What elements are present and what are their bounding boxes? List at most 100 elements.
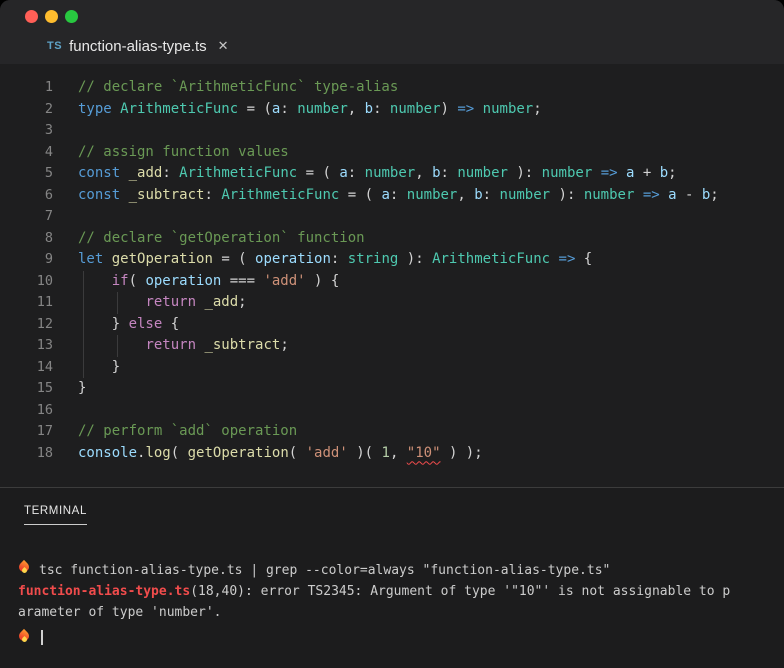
terminal-tab[interactable]: TERMINAL bbox=[24, 505, 87, 525]
typescript-file-icon: TS bbox=[47, 40, 63, 52]
line-number: 2 bbox=[44, 100, 53, 117]
code-token: ArithmeticFunc bbox=[120, 100, 239, 117]
indent-guide bbox=[83, 270, 84, 292]
code-line[interactable]: 17 // perform `add` operation bbox=[0, 421, 784, 443]
code-line-content: } else { bbox=[78, 313, 180, 335]
minimize-window-button[interactable] bbox=[45, 9, 58, 23]
vscode-window: TS function-alias-type.ts ✕ 1 // declare … bbox=[0, 0, 784, 668]
code-line-content: // declare `getOperation` function bbox=[78, 228, 365, 250]
code-line-content: } bbox=[78, 356, 120, 378]
code-token: return bbox=[145, 294, 197, 310]
code-token: number bbox=[499, 186, 551, 203]
code-line-content: return _subtract; bbox=[78, 335, 289, 357]
indent-guide bbox=[83, 335, 84, 357]
code-token: )( bbox=[347, 444, 382, 461]
code-token: ): bbox=[507, 165, 542, 181]
code-line[interactable]: 18 console.log( getOperation( 'add' )( 1,… bbox=[0, 443, 784, 465]
code-token: = ( bbox=[339, 186, 382, 203]
traffic-lights bbox=[25, 9, 78, 23]
code-token: operation bbox=[255, 251, 331, 267]
code-line[interactable]: 9 let getOperation = ( operation: string … bbox=[0, 249, 784, 271]
code-line[interactable]: 2 type ArithmeticFunc = (a: number, b: nu… bbox=[0, 99, 784, 121]
code-token: ; bbox=[668, 165, 677, 181]
terminal-cursor bbox=[41, 630, 43, 645]
close-window-button[interactable] bbox=[25, 9, 38, 23]
line-number: 9 bbox=[44, 251, 53, 267]
code-token: number bbox=[457, 165, 508, 181]
code-line[interactable]: 8 // declare `getOperation` function bbox=[0, 228, 784, 250]
indent-guide bbox=[83, 292, 84, 314]
code-token: ArithmeticFunc bbox=[179, 165, 298, 181]
code-token: ( bbox=[128, 272, 146, 289]
fullscreen-window-button[interactable] bbox=[65, 9, 78, 23]
tab-close-icon[interactable]: ✕ bbox=[218, 38, 229, 54]
code-token: _add bbox=[128, 165, 163, 181]
code-line[interactable]: 5 const _add: ArithmeticFunc = ( a: numbe… bbox=[0, 163, 784, 185]
code-token: _subtract bbox=[128, 186, 205, 203]
line-number: 7 bbox=[44, 208, 53, 224]
code-token: if bbox=[111, 272, 129, 289]
code-line[interactable]: 12 } else { bbox=[0, 313, 784, 335]
code-line[interactable]: 1 // declare `ArithmeticFunc` type-alias bbox=[0, 77, 784, 99]
indent-guide bbox=[117, 292, 118, 314]
terminal-line[interactable]: arameter of type 'number'. bbox=[18, 602, 766, 623]
code-token: : bbox=[440, 165, 458, 181]
code-line[interactable]: 14 } bbox=[0, 356, 784, 378]
terminal-text: arameter of type 'number'. bbox=[18, 605, 222, 620]
terminal-output[interactable]: tsc function-alias-type.ts | grep --colo… bbox=[0, 537, 784, 650]
code-line[interactable]: 13 return _subtract; bbox=[0, 335, 784, 357]
code-line-content: const _subtract: ArithmeticFunc = ( a: n… bbox=[78, 185, 719, 207]
line-number: 18 bbox=[36, 444, 53, 461]
code-line[interactable]: 11 return _add; bbox=[0, 292, 784, 314]
indent-guide bbox=[117, 335, 118, 357]
line-number: 12 bbox=[36, 315, 53, 332]
code-token: const bbox=[78, 165, 121, 181]
error-token: "10" bbox=[406, 444, 441, 461]
code-line-content: // declare `ArithmeticFunc` type-alias bbox=[78, 77, 398, 99]
code-token: b bbox=[659, 165, 669, 181]
code-token: { bbox=[162, 315, 180, 332]
line-number: 16 bbox=[36, 401, 53, 418]
code-token: operation bbox=[145, 272, 222, 289]
code-token: a bbox=[668, 186, 677, 203]
terminal-text: (18,40): error TS2345: Argument of type … bbox=[190, 584, 731, 599]
code-token: : bbox=[162, 165, 180, 181]
code-token: _add bbox=[204, 294, 239, 310]
code-line[interactable]: 10 if( operation === 'add' ) { bbox=[0, 270, 784, 292]
code-token: ; bbox=[238, 294, 247, 310]
tab-function-alias-type[interactable]: TS function-alias-type.ts ✕ bbox=[47, 38, 229, 55]
code-token: , bbox=[415, 165, 433, 181]
code-line[interactable]: 6 const _subtract: ArithmeticFunc = ( a: … bbox=[0, 185, 784, 207]
titlebar[interactable] bbox=[0, 0, 784, 28]
code-line-content: const _add: ArithmeticFunc = ( a: number… bbox=[78, 163, 677, 185]
tab-filename: function-alias-type.ts bbox=[69, 37, 207, 55]
code-line[interactable]: 15} bbox=[0, 378, 784, 400]
code-token: number bbox=[482, 100, 534, 117]
code-token: getOperation bbox=[187, 444, 289, 461]
terminal-line[interactable]: function-alias-type.ts(18,40): error TS2… bbox=[18, 581, 766, 602]
code-token: : bbox=[347, 165, 365, 181]
terminal-line[interactable] bbox=[18, 629, 766, 650]
code-line[interactable]: 3 bbox=[0, 120, 784, 142]
terminal-line[interactable]: tsc function-alias-type.ts | grep --colo… bbox=[18, 560, 766, 581]
code-editor[interactable]: 1 // declare `ArithmeticFunc` type-alias 2… bbox=[0, 64, 784, 487]
code-line[interactable]: 16 bbox=[0, 400, 784, 422]
code-token: number bbox=[364, 165, 416, 181]
code-token: number bbox=[297, 100, 348, 117]
code-token: getOperation bbox=[111, 251, 213, 267]
code-line-content: } bbox=[78, 378, 86, 400]
code-token: ( bbox=[170, 444, 188, 461]
code-line[interactable]: 4 // assign function values bbox=[0, 142, 784, 164]
code-line[interactable]: 7 bbox=[0, 206, 784, 228]
code-token: ArithmeticFunc bbox=[221, 186, 340, 203]
code-token: : bbox=[280, 100, 298, 117]
code-token: , bbox=[389, 444, 407, 461]
code-line-content: // assign function values bbox=[78, 142, 289, 164]
